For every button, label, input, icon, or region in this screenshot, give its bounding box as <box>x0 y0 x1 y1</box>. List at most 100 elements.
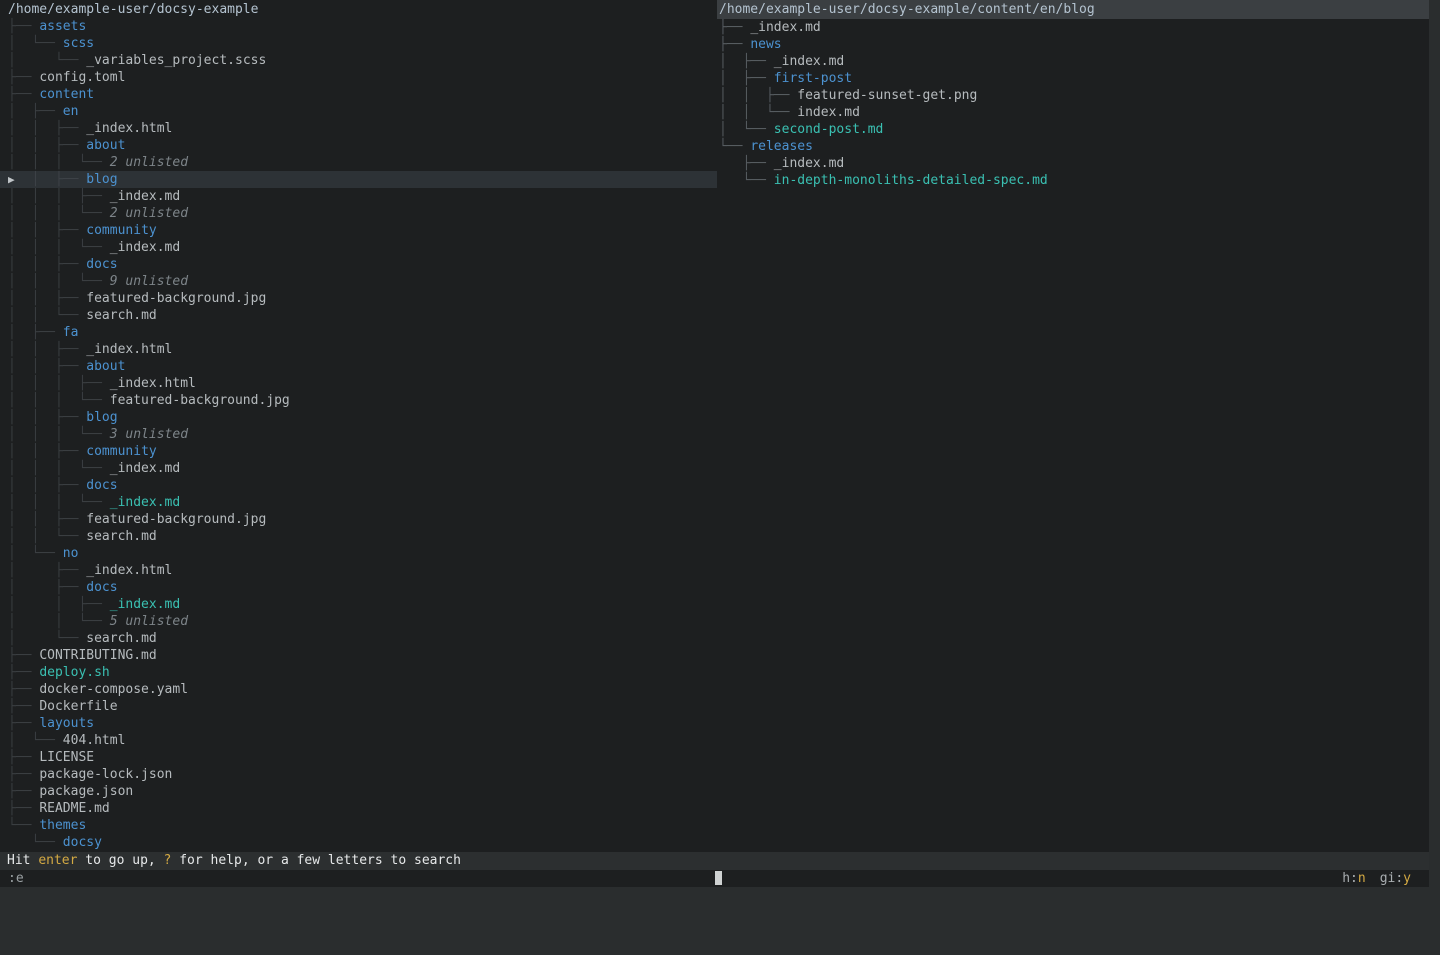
tree-row[interactable]: │ │ │ └── _index.md <box>0 494 717 511</box>
tree-row[interactable]: │ │ │ └── 2 unlisted <box>0 205 717 222</box>
tree-row[interactable]: ▶│ │ ├── blog <box>0 171 717 188</box>
tree-row[interactable]: │ └── _variables_project.scss <box>0 52 717 69</box>
tree-row[interactable]: ├── _index.md <box>717 155 1429 172</box>
tree-row[interactable]: ├── Dockerfile <box>0 698 717 715</box>
entry-name[interactable]: _index.html <box>110 376 196 391</box>
tree-row[interactable]: │ │ │ └── _index.md <box>0 239 717 256</box>
tree-row[interactable]: ├── content <box>0 86 717 103</box>
entry-name[interactable]: package.json <box>39 784 133 799</box>
tree-row[interactable]: ├── README.md <box>0 800 717 817</box>
tree-row[interactable]: ├── news <box>717 36 1429 53</box>
tree-row[interactable]: │ └── no <box>0 545 717 562</box>
tree-row[interactable]: │ │ └── search.md <box>0 307 717 324</box>
tree-row[interactable]: ├── package-lock.json <box>0 766 717 783</box>
tree-row[interactable]: │ │ └── index.md <box>717 104 1429 121</box>
entry-name[interactable]: README.md <box>39 801 109 816</box>
entry-name[interactable]: _index.md <box>110 240 180 255</box>
entry-name[interactable]: themes <box>39 818 86 833</box>
tree-row[interactable]: │ │ ├── docs <box>0 477 717 494</box>
entry-name[interactable]: _index.md <box>110 495 180 510</box>
tree-row[interactable]: │ │ ├── community <box>0 443 717 460</box>
entry-name[interactable]: _index.md <box>110 597 180 612</box>
entry-name[interactable]: _index.md <box>750 20 820 35</box>
entry-name[interactable]: docs <box>86 257 117 272</box>
tree-row[interactable]: └── themes <box>0 817 717 834</box>
entry-name[interactable]: no <box>63 546 79 561</box>
tree-row[interactable]: │ │ ├── docs <box>0 256 717 273</box>
entry-name[interactable]: docsy <box>63 835 102 850</box>
tree-row[interactable]: └── docsy <box>0 834 717 851</box>
entry-name[interactable]: community <box>86 444 156 459</box>
tree-row[interactable]: │ └── search.md <box>0 630 717 647</box>
entry-name[interactable]: featured-sunset-get.png <box>797 88 977 103</box>
tree-row[interactable]: │ │ │ ├── _index.md <box>0 188 717 205</box>
entry-name[interactable]: LICENSE <box>39 750 94 765</box>
tree-row[interactable]: │ │ │ ├── _index.html <box>0 375 717 392</box>
tree-row[interactable]: │ │ ├── about <box>0 358 717 375</box>
tree-row[interactable]: │ │ └── 5 unlisted <box>0 613 717 630</box>
entry-name[interactable]: deploy.sh <box>39 665 109 680</box>
tree-row[interactable]: │ │ ├── community <box>0 222 717 239</box>
tree-row[interactable]: └── in-depth-monoliths-detailed-spec.md <box>717 172 1429 189</box>
entry-name[interactable]: en <box>63 104 79 119</box>
entry-name[interactable]: featured-background.jpg <box>86 291 266 306</box>
left-panel-input[interactable]: :e <box>8 870 24 887</box>
entry-name[interactable]: blog <box>86 410 117 425</box>
entry-name[interactable]: releases <box>750 139 813 154</box>
tree-row[interactable]: ├── LICENSE <box>0 749 717 766</box>
entry-name[interactable]: scss <box>63 36 94 51</box>
tree-row[interactable]: │ └── 404.html <box>0 732 717 749</box>
tree-row[interactable]: │ ├── en <box>0 103 717 120</box>
entry-name[interactable]: featured-background.jpg <box>110 393 290 408</box>
entry-name[interactable]: search.md <box>86 529 156 544</box>
entry-name[interactable]: _variables_project.scss <box>86 53 266 68</box>
entry-name[interactable]: in-depth-monoliths-detailed-spec.md <box>774 173 1048 188</box>
entry-name[interactable]: Dockerfile <box>39 699 117 714</box>
tree-row[interactable]: │ │ │ └── _index.md <box>0 460 717 477</box>
tree-row[interactable]: │ │ ├── _index.html <box>0 341 717 358</box>
tree-row[interactable]: │ ├── docs <box>0 579 717 596</box>
tree-row[interactable]: │ │ └── search.md <box>0 528 717 545</box>
tree-row[interactable]: ├── config.toml <box>0 69 717 86</box>
tree-row[interactable]: └── releases <box>717 138 1429 155</box>
entry-name[interactable]: 404.html <box>63 733 126 748</box>
tree-row[interactable]: │ │ │ └── 2 unlisted <box>0 154 717 171</box>
tree-row[interactable]: │ └── scss <box>0 35 717 52</box>
tree-row[interactable]: │ │ │ └── featured-background.jpg <box>0 392 717 409</box>
tree-row[interactable]: ├── layouts <box>0 715 717 732</box>
entry-name[interactable]: layouts <box>39 716 94 731</box>
tree-row[interactable]: │ │ │ └── 9 unlisted <box>0 273 717 290</box>
entry-name[interactable]: _index.md <box>110 461 180 476</box>
entry-name[interactable]: docs <box>86 580 117 595</box>
tree-row[interactable]: │ │ ├── about <box>0 137 717 154</box>
tree-row[interactable]: ├── CONTRIBUTING.md <box>0 647 717 664</box>
entry-name[interactable]: _index.md <box>774 156 844 171</box>
tree-row[interactable]: ├── package.json <box>0 783 717 800</box>
tree-row[interactable]: │ │ ├── featured-background.jpg <box>0 511 717 528</box>
tree-row[interactable]: │ │ ├── _index.md <box>0 596 717 613</box>
entry-name[interactable]: _index.html <box>86 342 172 357</box>
tree-row[interactable]: │ │ ├── blog <box>0 409 717 426</box>
tree-row[interactable]: ├── assets <box>0 18 717 35</box>
entry-name[interactable]: community <box>86 223 156 238</box>
entry-name[interactable]: docker-compose.yaml <box>39 682 188 697</box>
tree-row[interactable]: │ ├── _index.md <box>717 53 1429 70</box>
tree-row[interactable]: │ │ ├── featured-sunset-get.png <box>717 87 1429 104</box>
tree-row[interactable]: │ ├── _index.html <box>0 562 717 579</box>
tree-row[interactable]: ├── deploy.sh <box>0 664 717 681</box>
entry-name[interactable]: _index.md <box>774 54 844 69</box>
entry-name[interactable]: search.md <box>86 308 156 323</box>
entry-name[interactable]: index.md <box>797 105 860 120</box>
tree-row[interactable]: │ ├── fa <box>0 324 717 341</box>
entry-name[interactable]: news <box>750 37 781 52</box>
entry-name[interactable]: _index.html <box>86 121 172 136</box>
entry-name[interactable]: about <box>86 359 125 374</box>
entry-name[interactable]: featured-background.jpg <box>86 512 266 527</box>
entry-name[interactable]: assets <box>39 19 86 34</box>
tree-row[interactable]: ├── docker-compose.yaml <box>0 681 717 698</box>
entry-name[interactable]: second-post.md <box>774 122 884 137</box>
entry-name[interactable]: search.md <box>86 631 156 646</box>
entry-name[interactable]: content <box>39 87 94 102</box>
tree-row[interactable]: │ │ ├── _index.html <box>0 120 717 137</box>
entry-name[interactable]: CONTRIBUTING.md <box>39 648 156 663</box>
